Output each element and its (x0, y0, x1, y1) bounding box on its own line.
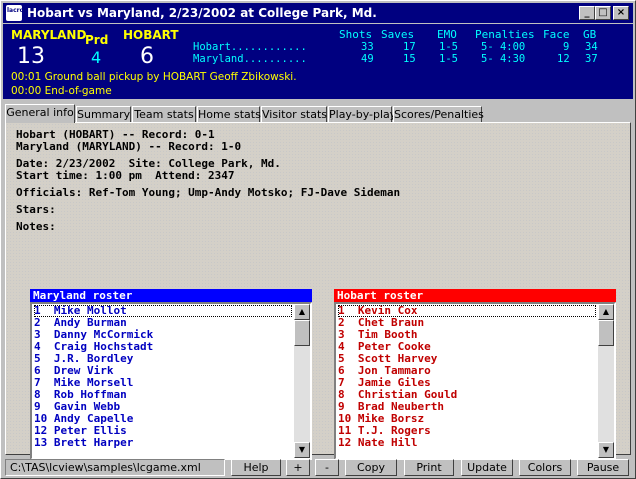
status-path: C:\TAS\lcview\samples\lcgame.xml (5, 459, 225, 476)
close-button[interactable]: × (613, 6, 629, 20)
home-roster-items: 1 Mike Mollot 2 Andy Burman 3 Danny McCorm… (34, 305, 292, 449)
stat-penalties: 5- 4:30 (481, 53, 526, 65)
tab-play-by-play[interactable]: Play-by-play (328, 106, 396, 123)
stat-header-shots: Shots (339, 28, 373, 41)
help-button[interactable]: Help (231, 459, 281, 476)
zoom-in-button[interactable]: + (286, 459, 310, 476)
visitor-roster-scrollbar[interactable]: ▲ ▼ (598, 304, 614, 458)
colors-button[interactable]: Colors (519, 459, 571, 476)
scroll-down-button[interactable]: ▼ (294, 442, 310, 458)
stat-saves: 17 (403, 41, 416, 53)
stat-header-saves: Saves (381, 28, 415, 41)
stat-header-gb: GB (583, 28, 597, 41)
home-roster-list[interactable]: 1 Mike Mollot 2 Andy Burman 3 Danny McCorm… (30, 302, 312, 460)
tab-team-stats[interactable]: Team stats (132, 106, 196, 123)
tab-summary[interactable]: Summary (76, 106, 131, 123)
visitor-roster-items: 1 Kevin Cox 2 Chet Braun 3 Tim Booth 4 Pete… (338, 305, 596, 449)
scroll-up-button[interactable]: ▲ (294, 304, 310, 320)
general-info-panel: Hobart (HOBART) -- Record: 0-1 Maryland … (5, 122, 631, 460)
home-team-name: MARYLAND (11, 28, 87, 42)
stat-emo: 1-5 (439, 41, 458, 53)
stat-header-emo: EMO (437, 28, 457, 41)
stat-team: Hobart............ (193, 41, 307, 53)
arrow-down-icon: ▼ (602, 445, 610, 454)
officials: Officials: Ref-Tom Young; Ump-Andy Motsk… (16, 186, 401, 199)
stat-face: 12 (557, 53, 570, 65)
stat-saves: 15 (403, 53, 416, 65)
stat-header-face: Face (543, 28, 570, 41)
main-window: lacrosse Hobart vs Maryland, 2/23/2002 a… (0, 0, 636, 479)
stat-team: Maryland.......... (193, 53, 307, 65)
pause-button[interactable]: Pause (577, 459, 629, 476)
home-roster-scrollbar[interactable]: ▲ ▼ (294, 304, 310, 458)
arrow-up-icon: ▲ (298, 307, 306, 316)
arrow-up-icon: ▲ (602, 307, 610, 316)
scroll-up-button[interactable]: ▲ (598, 304, 614, 320)
scroll-down-button[interactable]: ▼ (598, 442, 614, 458)
tab-home-stats[interactable]: Home stats (197, 106, 261, 123)
play-line: 00:00 End-of-game (11, 85, 112, 97)
home-record: Maryland (MARYLAND) -- Record: 1-0 (16, 140, 242, 153)
stat-shots: 49 (361, 53, 374, 65)
start-time-attendance: Start time: 1:00 pm Attend: 2347 (16, 169, 235, 182)
tab-general-info[interactable]: General info (5, 104, 75, 123)
close-icon: × (616, 7, 626, 18)
scroll-thumb[interactable] (598, 320, 614, 346)
stat-emo: 1-5 (439, 53, 458, 65)
minimize-icon: _ (584, 7, 590, 18)
copy-button[interactable]: Copy (345, 459, 397, 476)
home-score: 13 (17, 44, 45, 69)
scoreboard: MARYLAND 13 Prd 4 HOBART 6 Shots Saves E… (3, 24, 633, 99)
tab-scores-penalties[interactable]: Scores/Penalties (393, 106, 484, 123)
title-bar[interactable]: lacrosse Hobart vs Maryland, 2/23/2002 a… (3, 3, 633, 23)
play-line: 00:01 Ground ball pickup by HOBART Geoff… (11, 71, 297, 83)
window-title: Hobart vs Maryland, 2/23/2002 at College… (27, 6, 377, 20)
stat-face: 9 (563, 41, 570, 53)
roster-player[interactable]: 12 Nate Hill (338, 437, 596, 449)
period-value: 4 (91, 48, 102, 67)
stat-gb: 37 (585, 53, 598, 65)
stars-label: Stars: (16, 203, 56, 216)
maximize-button[interactable]: □ (595, 6, 611, 20)
arrow-down-icon: ▼ (298, 445, 306, 454)
zoom-out-button[interactable]: - (315, 459, 339, 476)
maximize-icon: □ (598, 7, 608, 18)
stat-header-penalties: Penalties (475, 28, 535, 41)
print-button[interactable]: Print (404, 459, 454, 476)
home-roster-header: Maryland roster (30, 289, 312, 302)
stat-shots: 33 (361, 41, 374, 53)
visitor-team-name: HOBART (123, 28, 179, 42)
tab-visitor-stats[interactable]: Visitor stats (261, 106, 327, 123)
minimize-button[interactable]: _ (579, 6, 595, 20)
period-label: Prd (85, 33, 109, 47)
visitor-score: 6 (140, 44, 154, 69)
stat-gb: 34 (585, 41, 598, 53)
app-icon[interactable]: lacrosse (6, 5, 22, 21)
scroll-thumb[interactable] (294, 320, 310, 346)
stat-penalties: 5- 4:00 (481, 41, 526, 53)
visitor-roster-header: Hobart roster (334, 289, 616, 302)
update-button[interactable]: Update (461, 459, 513, 476)
roster-player[interactable]: 13 Brett Harper (34, 437, 292, 449)
notes-label: Notes: (16, 220, 56, 233)
visitor-roster-list[interactable]: 1 Kevin Cox 2 Chet Braun 3 Tim Booth 4 Pete… (334, 302, 616, 460)
